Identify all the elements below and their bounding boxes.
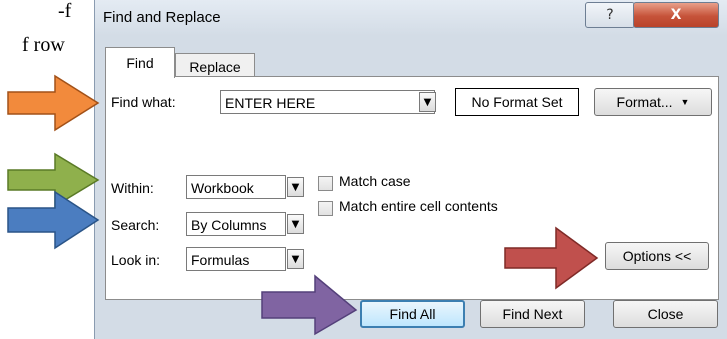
orange-arrow	[7, 74, 100, 132]
green-arrow	[7, 152, 100, 208]
red-arrow	[504, 226, 599, 290]
purple-arrow	[261, 274, 358, 336]
tab-find-label: Find	[126, 55, 154, 71]
blue-arrow	[7, 190, 100, 250]
tab-find[interactable]: Find	[105, 47, 175, 78]
